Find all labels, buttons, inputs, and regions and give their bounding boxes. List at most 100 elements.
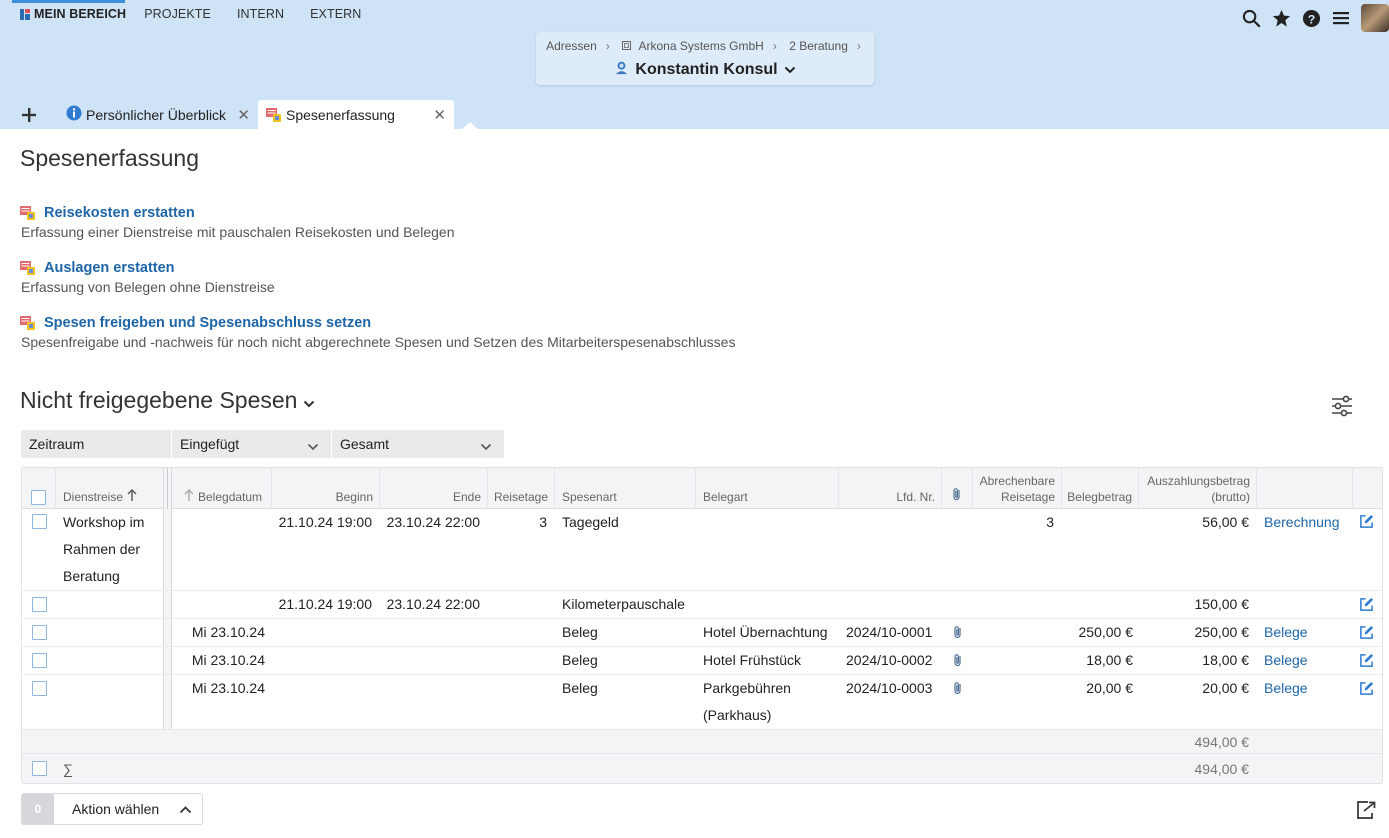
nav-projekte[interactable]: PROJEKTE [144,7,211,21]
breadcrumb: Adressen › Arkona Systems GmbH › 2 Beratun… [546,39,861,53]
top-navigation: MEIN BEREICH PROJEKTE INTERN EXTERN [20,7,387,21]
edit-icon[interactable] [1359,653,1374,671]
paperclip-icon[interactable] [953,653,963,670]
search-icon[interactable] [1241,8,1261,28]
filter-zeitraum-label: Zeitraum [29,436,85,452]
breadcrumb-project[interactable]: 2 Beratung [789,39,848,53]
row-checkbox[interactable] [32,681,47,696]
help-icon[interactable]: ? [1301,8,1321,28]
filter-bar: Zeitraum Eingefügt Gesamt [21,430,504,458]
spesen-freigeben-link[interactable]: Spesen freigeben und Spesenabschluss set… [44,315,371,331]
section-dropdown[interactable]: Nicht freigegebene Spesen [20,387,315,414]
edit-icon[interactable] [1359,681,1374,699]
spesenart-cell: Kilometerpauschale [562,596,685,612]
add-tab-button[interactable] [0,100,58,129]
expenses-table: Dienstreise Belegdatum Beginn Ende Reise… [21,467,1383,784]
close-tab-icon[interactable]: ✕ [433,106,446,124]
select-all-checkbox[interactable] [31,490,46,505]
belegbetrag-cell: 18,00 € [1086,652,1133,668]
nav-extern[interactable]: EXTERN [310,7,361,21]
row-checkbox[interactable] [32,653,47,668]
table-header: Dienstreise Belegdatum Beginn Ende Reise… [22,468,1382,509]
col-dienstreise[interactable]: Dienstreise [56,468,164,509]
favorites-star-icon[interactable] [1271,8,1291,28]
select-all-cell [22,468,56,509]
chevron-down-icon [307,438,319,454]
edit-icon[interactable] [1359,514,1374,532]
filter-basis-select[interactable]: Eingefügt [171,430,331,458]
belege-link[interactable]: Belege [1264,619,1308,646]
tab-bar: Persönlicher Überblick ✕ Spesenerfassung… [0,99,454,129]
filter-range-select[interactable]: Gesamt [331,430,504,458]
chevron-up-icon [179,801,192,817]
subtotal-value: 494,00 € [1194,734,1250,750]
col-attachment[interactable] [942,468,973,509]
paperclip-icon [952,487,962,505]
action-spesen-freigeben: Spesen freigeben und Spesenabschluss set… [20,315,735,350]
spesenart-cell: Tagegeld [562,514,619,530]
column-settings-icon[interactable] [1330,394,1354,418]
action-description: Erfassung einer Dienstreise mit pauschal… [21,224,455,240]
col-label: (brutto) [1211,490,1250,504]
breadcrumb-adressen[interactable]: Adressen [546,39,597,53]
edit-icon[interactable] [1359,597,1374,615]
selection-count-badge: 0 [22,794,54,824]
edit-icon[interactable] [1359,625,1374,643]
table-row[interactable]: Workshop im Rahmen der Beratung 21.10.24… [22,509,1382,591]
total-row-checkbox[interactable] [32,761,47,776]
row-checkbox[interactable] [32,597,47,612]
col-spesenart[interactable]: Spesenart [555,468,696,509]
filter-basis-value: Eingefügt [180,436,240,452]
col-lfd-nr[interactable]: Lfd. Nr. [839,468,942,509]
table-row[interactable]: Mi 23.10.24 Beleg Hotel Frühstück 2024/1… [22,647,1382,675]
table-row[interactable]: Mi 23.10.24 Beleg Hotel Übernachtung 202… [22,619,1382,647]
auszahlung-cell: 250,00 € [1194,624,1250,640]
breadcrumb-company[interactable]: Arkona Systems GmbH [638,39,763,53]
paperclip-icon[interactable] [953,625,963,642]
section-title: Nicht freigegebene Spesen [20,387,298,413]
col-auszahlungsbetrag[interactable]: Auszahlungsbetrag (brutto) [1139,468,1257,509]
berechnung-link[interactable]: Berechnung [1264,509,1340,536]
col-belegdatum[interactable]: Belegdatum [172,468,272,509]
lfd-nr-cell: 2024/10-0002 [846,652,933,668]
auslagen-erstatten-link[interactable]: Auslagen erstatten [44,260,175,276]
paperclip-icon[interactable] [953,681,963,698]
col-label: Belegdatum [198,490,263,504]
bulk-action-select[interactable]: 0 Aktion wählen [21,793,203,825]
sum-symbol: ∑ [63,761,73,777]
info-icon [66,105,82,124]
belege-link[interactable]: Belege [1264,647,1308,674]
total-row: ∑ 494,00 € [22,754,1382,783]
belege-link[interactable]: Belege [1264,675,1308,702]
context-selector[interactable]: Adressen › Arkona Systems GmbH › 2 Beratun… [536,32,874,85]
action-auslagen: Auslagen erstatten Erfassung von Belegen… [20,260,275,295]
col-beginn[interactable]: Beginn [272,468,380,509]
menu-icon[interactable] [1331,8,1351,28]
export-icon[interactable] [1356,799,1378,819]
nav-intern[interactable]: INTERN [237,7,284,21]
close-tab-icon[interactable]: ✕ [237,106,250,124]
row-checkbox[interactable] [32,514,47,529]
company-icon [622,39,634,53]
col-label: Auszahlungsbetrag [1147,474,1250,488]
action-select-label: Aktion wählen [72,801,160,817]
user-avatar[interactable] [1361,4,1389,32]
col-ende[interactable]: Ende [380,468,488,509]
col-edit [1353,468,1382,509]
table-row[interactable]: 21.10.24 19:00 23.10.24 22:00 Kilometerp… [22,591,1382,619]
context-person[interactable]: Konstantin Konsul [536,60,874,80]
belegart-cell: Hotel Übernachtung [703,624,828,640]
col-belegart[interactable]: Belegart [696,468,839,509]
nav-mein-bereich[interactable]: MEIN BEREICH [20,7,126,21]
col-reisetage[interactable]: Reisetage [488,468,555,509]
col-belegbetrag[interactable]: Belegbetrag [1062,468,1139,509]
sort-ascending-icon [127,489,137,505]
tab-spesenerfassung[interactable]: Spesenerfassung ✕ [258,100,454,129]
belegdatum-cell: Mi 23.10.24 [191,680,265,696]
tab-persoenlicher-ueberblick[interactable]: Persönlicher Überblick ✕ [58,100,258,129]
tab-label: Persönlicher Überblick [86,106,227,123]
reisekosten-erstatten-link[interactable]: Reisekosten erstatten [44,205,195,221]
col-abrechenbare-reisetage[interactable]: Abrechenbare Reisetage [973,468,1062,509]
row-checkbox[interactable] [32,625,47,640]
table-row[interactable]: Mi 23.10.24 Beleg Parkgebühren (Parkhaus… [22,675,1382,730]
